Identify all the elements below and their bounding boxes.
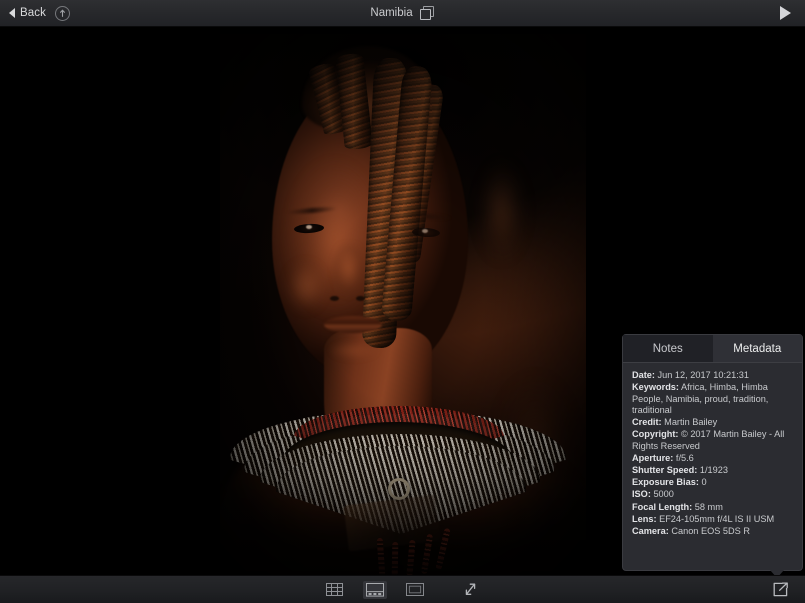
metadata-key: ISO: bbox=[632, 489, 651, 500]
metadata-value: f/5.6 bbox=[673, 453, 694, 464]
metadata-row: Credit: Martin Bailey bbox=[632, 417, 794, 429]
back-button[interactable]: Back bbox=[9, 7, 46, 19]
page-title: Namibia bbox=[370, 7, 413, 19]
metadata-list: Date: Jun 12, 2017 10:21:31 Keywords: Afr… bbox=[623, 363, 802, 546]
fullscreen-icon[interactable] bbox=[459, 581, 483, 599]
info-panel-tabs: Notes Metadata bbox=[623, 335, 802, 363]
tab-metadata[interactable]: Metadata bbox=[712, 335, 802, 363]
metadata-row: Camera: Canon EOS 5DS R bbox=[632, 526, 794, 538]
back-button-label: Back bbox=[20, 7, 46, 19]
metadata-value: 0 bbox=[698, 477, 707, 488]
export-group bbox=[769, 576, 793, 603]
metadata-value: Jun 12, 2017 10:21:31 bbox=[654, 370, 749, 380]
metadata-row: Date: Jun 12, 2017 10:21:31 bbox=[632, 370, 794, 382]
single-view-icon[interactable] bbox=[403, 581, 427, 599]
metadata-key: Credit: bbox=[632, 417, 662, 428]
metadata-row: Keywords: Africa, Himba, Himba People, N… bbox=[632, 382, 794, 417]
metadata-key: Date: bbox=[632, 370, 655, 380]
metadata-value: 1/1923 bbox=[697, 465, 728, 476]
metadata-row: Copyright: © 2017 Martin Bailey - All Ri… bbox=[632, 429, 794, 452]
metadata-key: Keywords: bbox=[632, 382, 679, 393]
window-front-shape bbox=[419, 9, 431, 20]
tab-metadata-label: Metadata bbox=[733, 342, 782, 355]
metadata-row: ISO: 5000 bbox=[632, 489, 794, 501]
top-toolbar: Back Namibia bbox=[0, 0, 805, 27]
filmstrip-view-icon[interactable] bbox=[362, 580, 387, 599]
toolbar-right-group bbox=[780, 6, 805, 20]
metadata-row: Lens: EF24-105mm f/4L IS II USM bbox=[632, 514, 794, 526]
grid-view-icon[interactable] bbox=[323, 581, 347, 599]
metadata-value: Martin Bailey bbox=[661, 417, 718, 428]
tab-notes[interactable]: Notes bbox=[623, 335, 713, 363]
metadata-row: Aperture: f/5.6 bbox=[632, 453, 794, 465]
metadata-key: Lens: bbox=[632, 513, 657, 524]
toolbar-left-group: Back bbox=[0, 5, 70, 21]
play-next-icon[interactable] bbox=[780, 6, 791, 20]
metadata-key: Copyright: bbox=[632, 429, 679, 440]
metadata-key: Focal Length: bbox=[632, 501, 693, 512]
metadata-row: Exposure Bias: 0 bbox=[632, 477, 794, 489]
metadata-value: Canon EOS 5DS R bbox=[668, 525, 750, 536]
photo-image[interactable] bbox=[220, 28, 586, 575]
tab-notes-label: Notes bbox=[652, 342, 683, 355]
view-mode-group bbox=[0, 576, 805, 603]
toolbar-title-group: Namibia bbox=[0, 6, 805, 20]
photo-viewer-window: Back Namibia Notes Metadata Date: Jun 12… bbox=[0, 0, 805, 603]
metadata-value: EF24-105mm f/4L IS II USM bbox=[656, 513, 775, 524]
info-circle-icon[interactable] bbox=[54, 5, 70, 21]
duplicate-window-icon[interactable] bbox=[419, 6, 435, 20]
metadata-key: Camera: bbox=[632, 525, 669, 536]
photo-vignette bbox=[220, 28, 586, 575]
metadata-value: 58 mm bbox=[692, 501, 723, 512]
metadata-key: Shutter Speed: bbox=[632, 465, 698, 476]
metadata-key: Exposure Bias: bbox=[632, 477, 699, 488]
metadata-row: Shutter Speed: 1/1923 bbox=[632, 465, 794, 477]
open-external-icon[interactable] bbox=[769, 581, 793, 599]
metadata-value: 5000 bbox=[650, 489, 674, 500]
chevron-left-icon bbox=[9, 8, 15, 18]
metadata-row: Focal Length: 58 mm bbox=[632, 502, 794, 514]
bottom-toolbar bbox=[0, 575, 805, 603]
info-panel: Notes Metadata Date: Jun 12, 2017 10:21:… bbox=[622, 334, 803, 578]
metadata-key: Aperture: bbox=[632, 453, 674, 464]
